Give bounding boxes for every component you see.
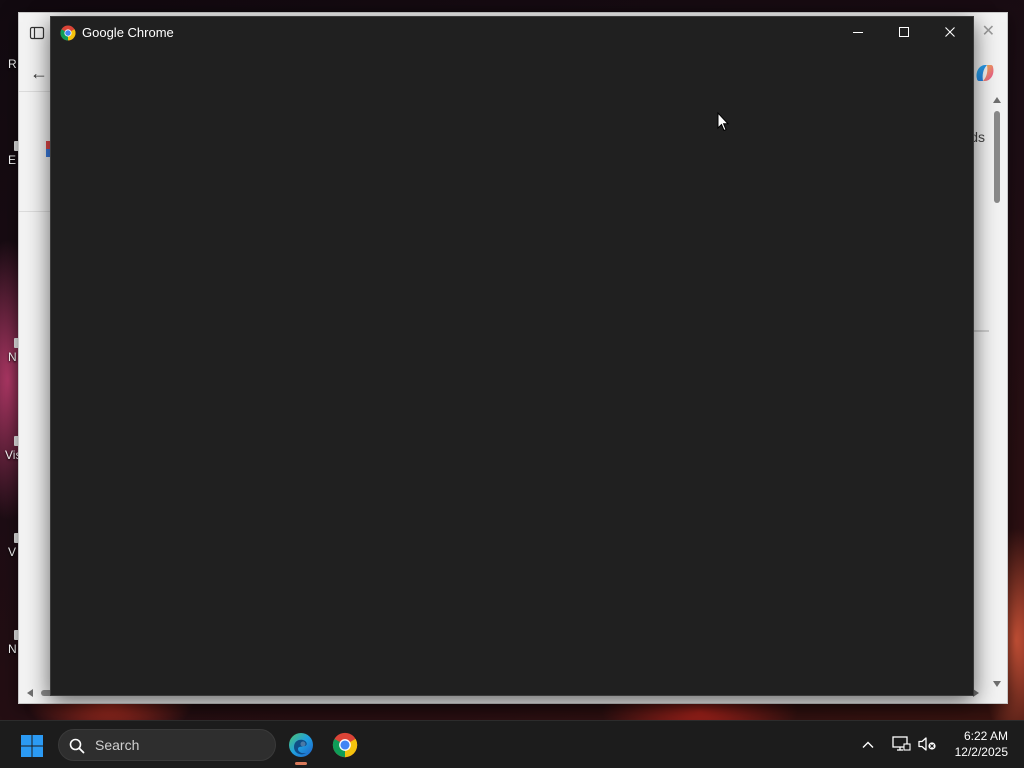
taskbar-app-edge[interactable] <box>283 727 319 763</box>
search-placeholder: Search <box>95 737 140 753</box>
vertical-scrollbar[interactable] <box>991 97 1003 687</box>
start-button[interactable] <box>12 733 52 759</box>
desktop-icon[interactable]: V <box>0 533 20 559</box>
chevron-up-icon <box>862 741 874 748</box>
tab-actions-icon[interactable] <box>29 25 45 41</box>
desktop-icon[interactable]: N <box>0 338 20 364</box>
content-divider <box>19 211 53 212</box>
show-hidden-icons-button[interactable] <box>860 737 876 753</box>
chrome-icon <box>60 25 76 41</box>
window-title: Google Chrome <box>82 25 174 40</box>
mouse-cursor-icon <box>717 111 730 132</box>
desktop-icon-label: R <box>8 57 17 71</box>
scroll-up-arrow-icon[interactable] <box>993 97 1001 103</box>
volume-muted-icon <box>918 737 936 751</box>
desktop-icon-label: N <box>8 350 17 364</box>
taskbar-app-chrome[interactable] <box>327 727 363 763</box>
network-icon <box>892 736 911 751</box>
clock-time: 6:22 AM <box>963 729 1008 743</box>
desktop-icon-label: V <box>8 545 17 559</box>
desktop-icon[interactable]: E <box>0 141 20 167</box>
windows-logo-icon <box>21 735 43 757</box>
background-window-close-button[interactable]: ✕ <box>982 23 995 41</box>
copilot-icon[interactable] <box>973 61 997 85</box>
taskbar-clock[interactable]: 6:22 AM 12/2/2025 <box>944 728 1008 760</box>
chrome-blank-content-area[interactable] <box>51 49 973 695</box>
taskbar: Search 6:22 AM 12/2/2025 <box>0 720 1024 768</box>
taskbar-search-box[interactable]: Search <box>58 729 276 761</box>
close-icon <box>945 27 955 37</box>
chrome-icon <box>332 732 358 758</box>
minimize-button[interactable] <box>835 17 881 47</box>
chrome-window[interactable]: Google Chrome <box>50 16 974 696</box>
back-arrow-icon[interactable]: ← <box>27 61 51 85</box>
desktop-icon[interactable]: Vis <box>0 436 22 462</box>
search-icon <box>69 738 85 754</box>
network-status-button[interactable] <box>891 735 911 753</box>
minimize-icon <box>853 32 863 33</box>
clock-date: 12/2/2025 <box>954 745 1008 759</box>
background-page-divider <box>973 330 989 332</box>
scroll-down-arrow-icon[interactable] <box>993 681 1001 687</box>
close-button[interactable] <box>927 17 973 47</box>
desktop-icon-label: N <box>8 642 17 656</box>
desktop-icon[interactable]: R <box>0 58 20 80</box>
edge-icon <box>289 733 313 757</box>
vertical-scroll-thumb[interactable] <box>994 111 1000 203</box>
toolbar-divider <box>19 91 53 92</box>
maximize-icon <box>899 27 909 37</box>
scroll-left-arrow-icon[interactable] <box>27 689 33 697</box>
desktop-icon[interactable]: N <box>0 630 20 656</box>
desktop-icon-label: Vis <box>5 448 22 462</box>
desktop-icon-label: E <box>8 153 17 167</box>
volume-button[interactable] <box>917 735 937 753</box>
maximize-button[interactable] <box>881 17 927 47</box>
running-app-indicator <box>295 762 307 765</box>
chrome-title-bar[interactable]: Google Chrome <box>51 17 973 49</box>
